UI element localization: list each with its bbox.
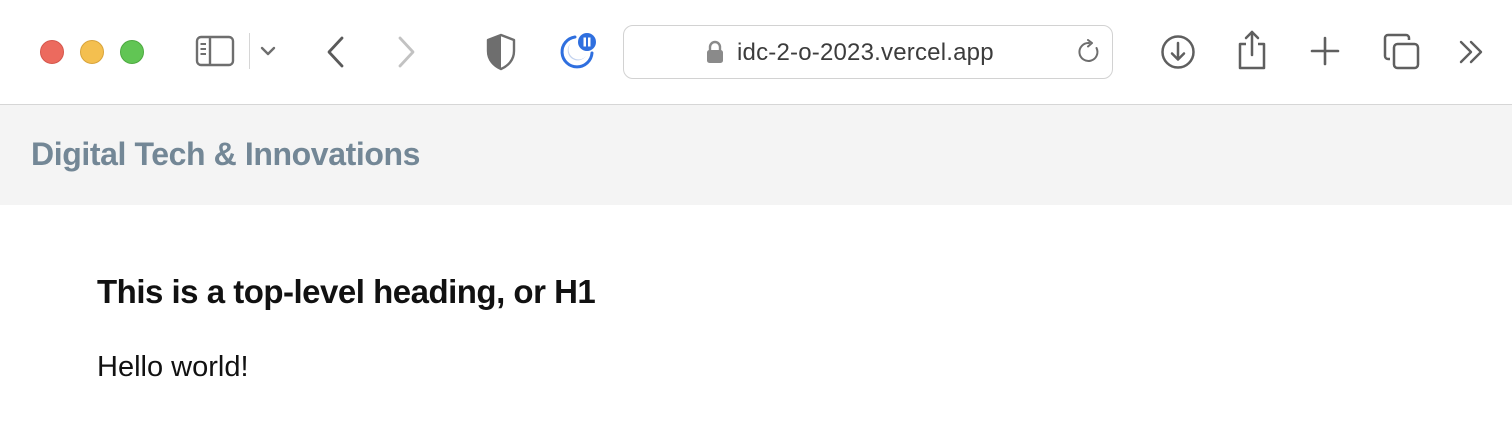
back-button[interactable] (324, 35, 348, 69)
share-icon[interactable] (1236, 29, 1268, 71)
site-brand-link[interactable]: Digital Tech & Innovations (31, 136, 420, 173)
reload-icon[interactable] (1076, 39, 1102, 65)
sidebar-icon[interactable] (195, 35, 235, 67)
page-content: This is a top-level heading, or H1 Hello… (0, 205, 1512, 444)
chevron-down-icon[interactable] (259, 44, 277, 58)
page-paragraph: Hello world! (97, 351, 249, 383)
page-heading: This is a top-level heading, or H1 (97, 273, 596, 310)
window-maximize-button[interactable] (120, 40, 144, 64)
lock-icon (706, 40, 724, 64)
extension-pause-icon[interactable] (556, 31, 598, 73)
browser-toolbar: idc-2-o-2023.vercel.app (0, 0, 1512, 105)
chevron-left-icon (327, 36, 344, 68)
chevron-right-icon (398, 36, 415, 68)
window-minimize-button[interactable] (80, 40, 104, 64)
address-bar[interactable]: idc-2-o-2023.vercel.app (623, 25, 1113, 79)
shield-icon[interactable] (485, 33, 517, 71)
site-header: Digital Tech & Innovations (0, 105, 1512, 205)
plus-icon[interactable] (1310, 36, 1340, 66)
url-text[interactable]: idc-2-o-2023.vercel.app (737, 39, 994, 67)
download-icon[interactable] (1160, 34, 1196, 70)
toolbar-divider (249, 33, 250, 69)
forward-button[interactable] (394, 35, 418, 69)
window-close-button[interactable] (40, 40, 64, 64)
tabs-icon[interactable] (1383, 33, 1421, 71)
double-chevron-right-icon[interactable] (1458, 39, 1486, 65)
